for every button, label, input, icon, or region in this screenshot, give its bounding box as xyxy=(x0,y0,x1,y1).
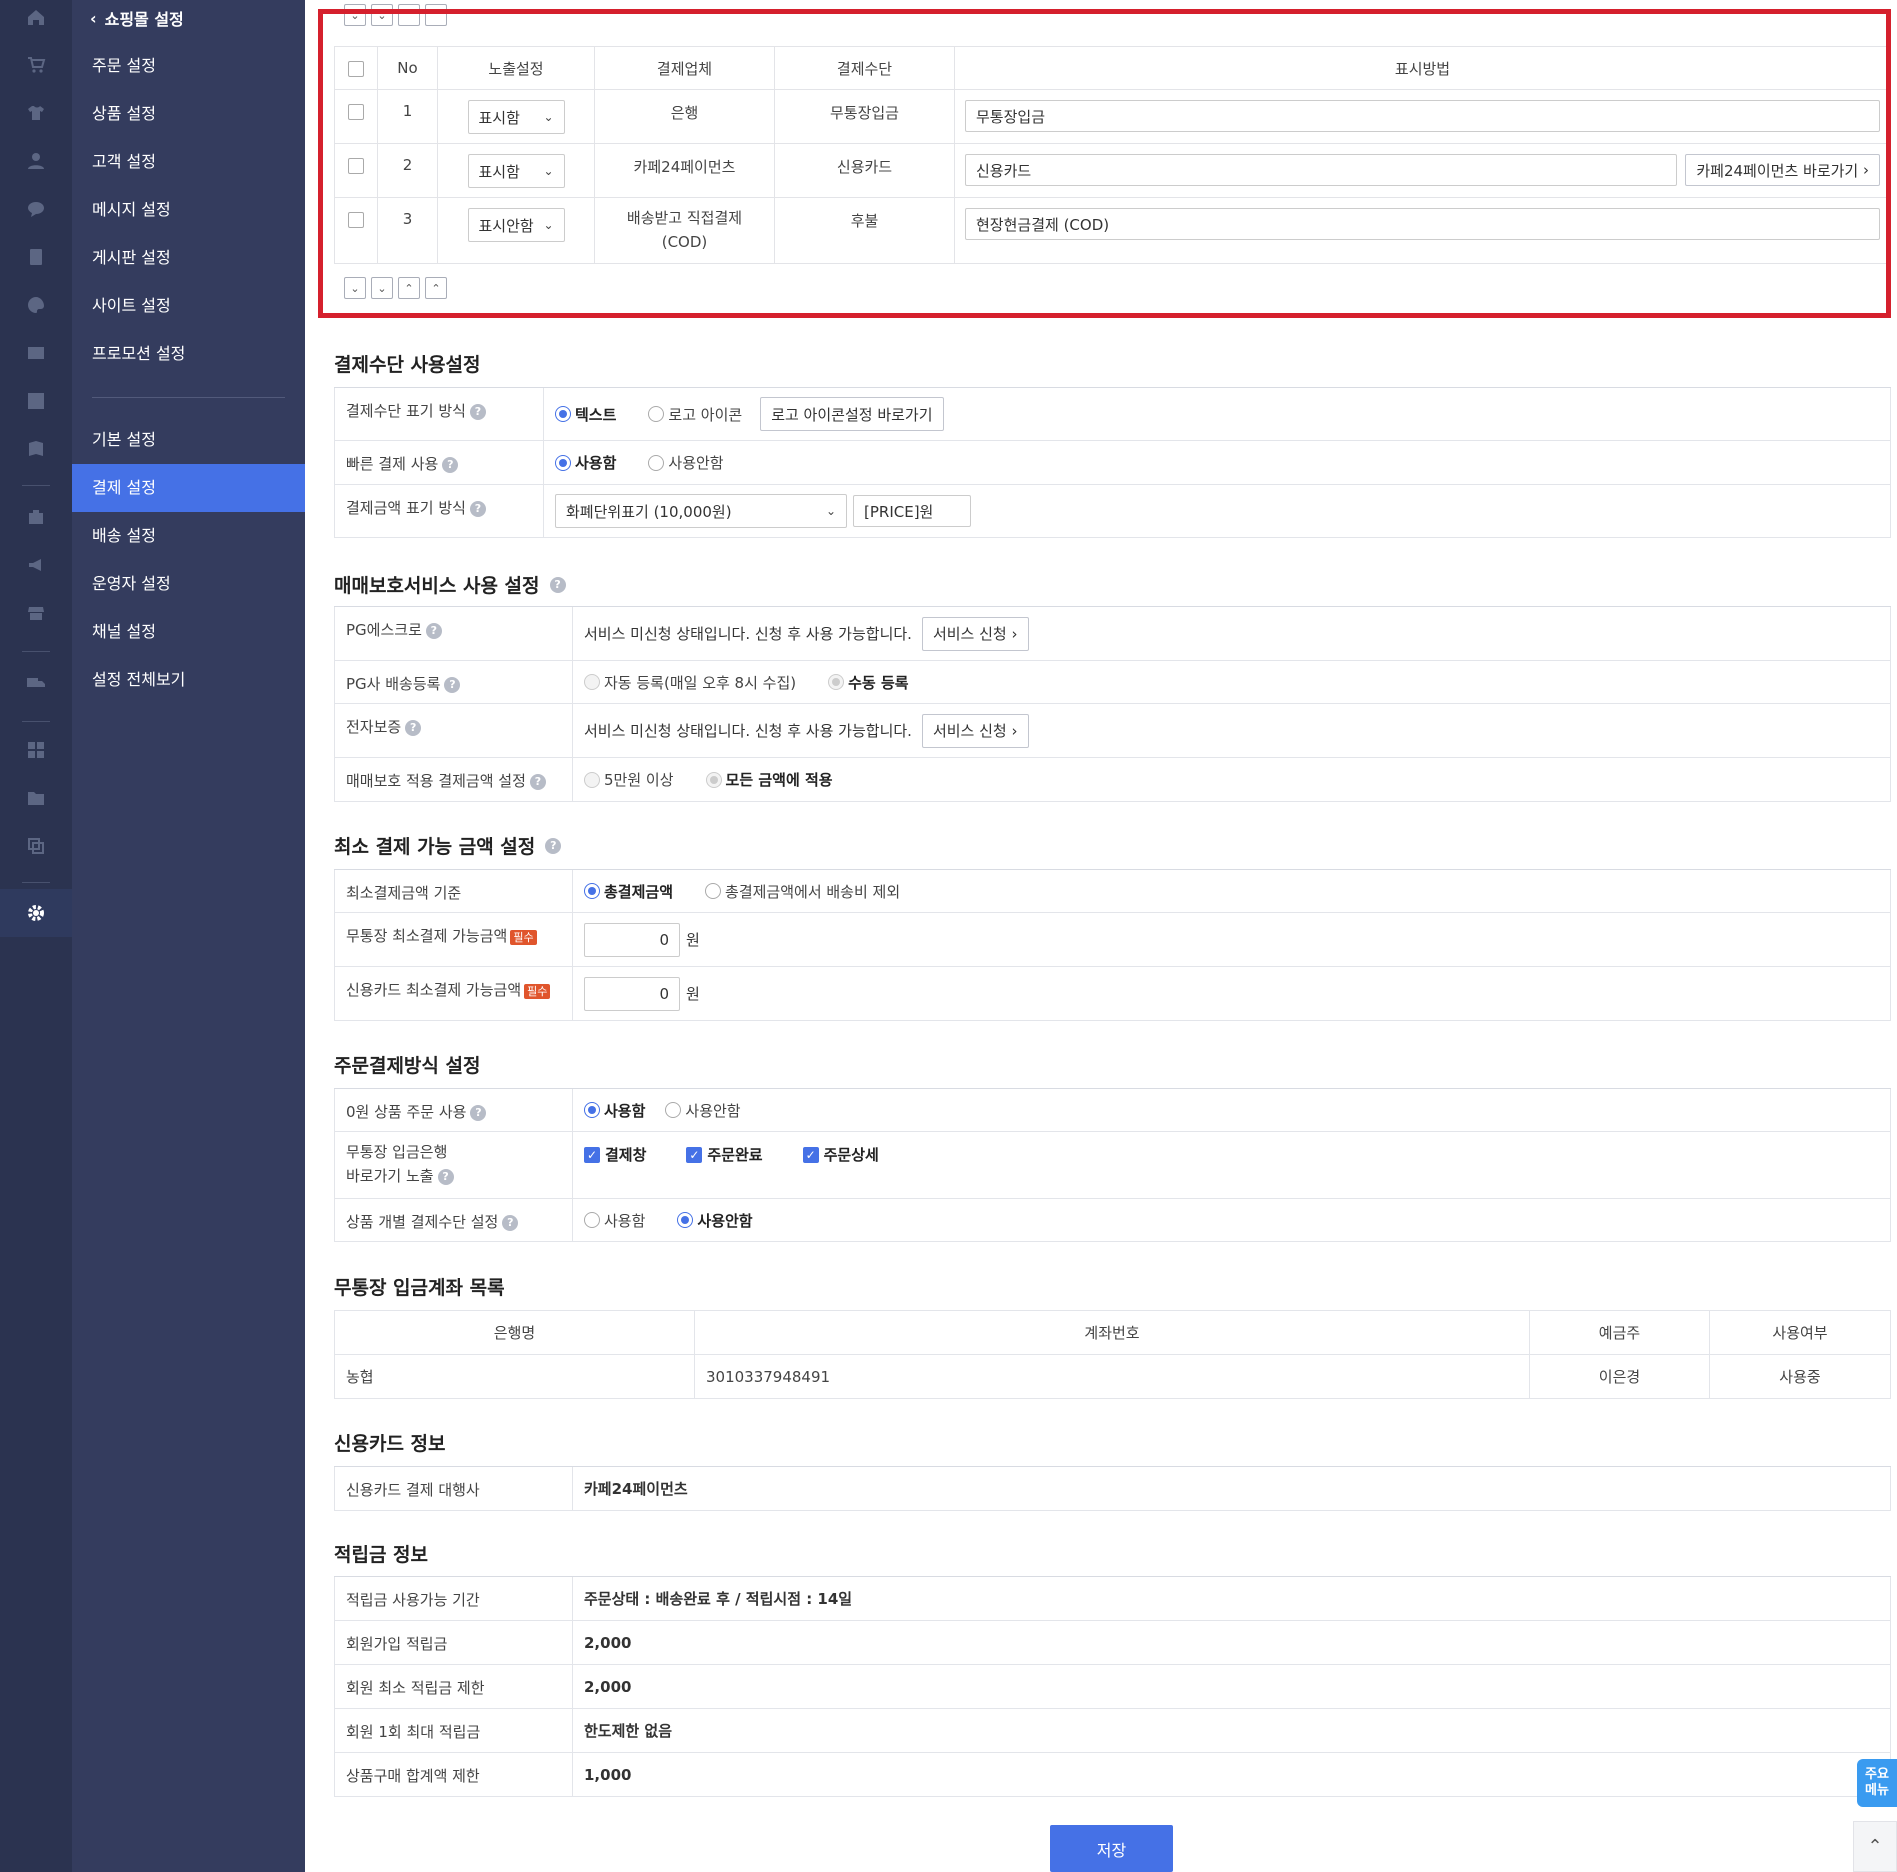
help-icon[interactable]: ? xyxy=(549,576,566,593)
checkbox-order-detail[interactable]: ✓ 주문상세 xyxy=(802,1144,879,1165)
megaphone-icon[interactable] xyxy=(26,555,46,575)
icon-sidebar xyxy=(0,0,72,1872)
radio-auto-register[interactable]: 자동 등록(매일 오후 8시 수집) xyxy=(584,672,796,693)
help-icon[interactable]: ? xyxy=(502,1214,519,1231)
radio-all-amount[interactable]: 모든 금액에 적용 xyxy=(705,769,833,790)
menu-item-board[interactable]: 게시판 설정 xyxy=(72,234,305,282)
col-account: 계좌번호 xyxy=(694,1310,1530,1355)
chart-icon[interactable] xyxy=(26,391,46,411)
cart-icon[interactable] xyxy=(26,55,46,75)
menu-item-message[interactable]: 메시지 설정 xyxy=(72,186,305,234)
bank-account-table: 은행명 계좌번호 예금주 사용여부 농협 3010337948491 이은경 사… xyxy=(334,1310,1891,1399)
apps-icon[interactable] xyxy=(26,740,46,760)
radio-zero-order-notuse[interactable]: 사용안함 xyxy=(665,1100,741,1121)
gear-icon[interactable] xyxy=(26,903,46,923)
chevron-left-icon: ‹ xyxy=(90,8,97,28)
help-icon[interactable]: ? xyxy=(437,1168,454,1185)
chevron-up-icon: ⌃ xyxy=(1867,1836,1883,1857)
menu-item-customer[interactable]: 고객 설정 xyxy=(72,138,305,186)
radio-display-icon[interactable]: 로고 아이콘 xyxy=(648,404,742,425)
help-icon[interactable]: ? xyxy=(469,500,486,517)
card-min-amount-input[interactable]: 0 xyxy=(584,976,680,1011)
col-holder: 예금주 xyxy=(1529,1310,1710,1355)
chevron-down-icon: ⌄ xyxy=(825,504,836,518)
escrow-form: PG에스크로? 서비스 미신청 상태입니다. 신청 후 사용 가능합니다. 서비스… xyxy=(334,606,1891,802)
user-icon[interactable] xyxy=(26,151,46,171)
board-icon[interactable] xyxy=(26,247,46,267)
table-row: 농협 3010337948491 이은경 사용중 xyxy=(334,1354,1891,1399)
required-badge: 필수 xyxy=(524,983,551,999)
menu-item-basic[interactable]: 기본 설정 xyxy=(72,416,305,464)
truck-icon[interactable] xyxy=(26,673,46,693)
help-icon[interactable]: ? xyxy=(470,1104,487,1121)
scroll-top-button[interactable]: ⌃ xyxy=(1853,1821,1897,1872)
checkbox-order-complete[interactable]: ✓ 주문완료 xyxy=(686,1144,763,1165)
menu-item-product[interactable]: 상품 설정 xyxy=(72,90,305,138)
menu-item-site[interactable]: 사이트 설정 xyxy=(72,282,305,330)
help-icon[interactable]: ? xyxy=(442,456,459,473)
shirt-icon[interactable] xyxy=(26,103,46,123)
menu-item-channel[interactable]: 채널 설정 xyxy=(72,608,305,656)
help-icon[interactable]: ? xyxy=(405,719,422,736)
usage-form: 결제수단 표기 방식? 텍스트 로고 아이콘 로고 아이콘설정 바로가기 빠른 … xyxy=(334,387,1891,538)
help-icon[interactable]: ? xyxy=(425,622,442,639)
amount-format-input[interactable]: [PRICE]원 xyxy=(853,495,971,527)
copy-icon[interactable] xyxy=(26,836,46,856)
checkbox-payment-window[interactable]: ✓ 결제창 xyxy=(584,1144,646,1165)
home-icon[interactable] xyxy=(26,7,46,27)
radio-manual-register[interactable]: 수동 등록 xyxy=(828,672,909,693)
palette-icon[interactable] xyxy=(26,295,46,315)
section-title-escrow: 매매보호서비스 사용 설정? xyxy=(334,571,566,598)
bank-min-amount-input[interactable]: 0 xyxy=(584,922,680,957)
min-amount-form: 최소결제금액 기준 총결제금액 총결제금액에서 배송비 제외 무통장 최소결제 … xyxy=(334,869,1891,1021)
save-button[interactable]: 저장 xyxy=(1050,1825,1173,1872)
section-title-points: 적립금 정보 xyxy=(334,1544,429,1566)
radio-total-amount[interactable]: 총결제금액 xyxy=(584,881,673,902)
highlight-box xyxy=(318,9,1891,318)
radio-per-product-use[interactable]: 사용함 xyxy=(584,1210,645,1231)
required-badge: 필수 xyxy=(510,929,537,945)
section-title-order-pay: 주문결제방식 설정 xyxy=(334,1055,481,1077)
menu-item-order[interactable]: 주문 설정 xyxy=(72,42,305,90)
store-icon[interactable] xyxy=(26,507,46,527)
main-content: ⌄ ⌄ ⌃ ⌃ No 노출설정 결제업체 결제수단 표시방법 1 표시함 ⌄ 은행… xyxy=(305,0,1897,1872)
help-icon[interactable]: ? xyxy=(545,837,562,854)
quick-menu-button[interactable]: 주요 메뉴 xyxy=(1857,1759,1897,1807)
folder-plus-icon[interactable] xyxy=(26,788,46,808)
chat-icon[interactable] xyxy=(26,199,46,219)
help-icon[interactable]: ? xyxy=(444,676,461,693)
help-icon[interactable]: ? xyxy=(529,773,546,790)
radio-over-50k[interactable]: 5만원 이상 xyxy=(584,769,674,790)
section-title-min-amount: 최소 결제 가능 금액 설정? xyxy=(334,832,562,859)
settings-menu: ‹ 쇼핑몰 설정 주문 설정 상품 설정 고객 설정 메시지 설정 게시판 설정 … xyxy=(72,0,305,1872)
menu-item-operator[interactable]: 운영자 설정 xyxy=(72,560,305,608)
amount-format-select[interactable]: 화폐단위표기 (10,000원) ⌄ xyxy=(555,494,847,528)
back-to-shop-settings[interactable]: ‹ 쇼핑몰 설정 xyxy=(90,6,184,30)
radio-zero-order-use[interactable]: 사용함 xyxy=(584,1100,645,1121)
card-info-form: 신용카드 결제 대행사 카페24페이먼츠 xyxy=(334,1466,1891,1511)
menu-item-shipping[interactable]: 배송 설정 xyxy=(72,512,305,560)
book-icon[interactable] xyxy=(26,439,46,459)
radio-total-minus-shipping[interactable]: 총결제금액에서 배송비 제외 xyxy=(705,881,900,902)
section-title-bank-accounts: 무통장 입금계좌 목록 xyxy=(334,1277,505,1299)
radio-display-text[interactable]: 텍스트 xyxy=(555,404,616,425)
menu-item-payment[interactable]: 결제 설정 xyxy=(72,464,305,512)
help-icon[interactable]: ? xyxy=(469,403,486,420)
menu-item-promotion[interactable]: 프로모션 설정 xyxy=(72,330,305,378)
order-pay-form: 0원 상품 주문 사용? 사용함 사용안함 무통장 입금은행 바로가기 노출? ✓… xyxy=(334,1088,1891,1242)
menu-item-all-settings[interactable]: 설정 전체보기 xyxy=(72,656,305,704)
escrow-apply-button[interactable]: 서비스 신청 › xyxy=(921,616,1029,651)
radio-quickpay-use[interactable]: 사용함 xyxy=(555,452,616,473)
radio-per-product-notuse[interactable]: 사용안함 xyxy=(677,1210,753,1231)
section-title-card-info: 신용카드 정보 xyxy=(334,1433,446,1455)
section-title-usage: 결제수단 사용설정 xyxy=(334,354,481,376)
col-bank: 은행명 xyxy=(334,1310,695,1355)
shop-icon[interactable] xyxy=(26,603,46,623)
col-status: 사용여부 xyxy=(1709,1310,1891,1355)
guarantee-apply-button[interactable]: 서비스 신청 › xyxy=(921,713,1029,748)
image-icon[interactable] xyxy=(26,343,46,363)
radio-quickpay-notuse[interactable]: 사용안함 xyxy=(648,452,724,473)
logo-icon-settings-button[interactable]: 로고 아이콘설정 바로가기 xyxy=(760,397,944,431)
points-form: 적립금 사용가능 기간 주문상태 : 배송완료 후 / 적립시점 : 14일 회원… xyxy=(334,1576,1891,1797)
